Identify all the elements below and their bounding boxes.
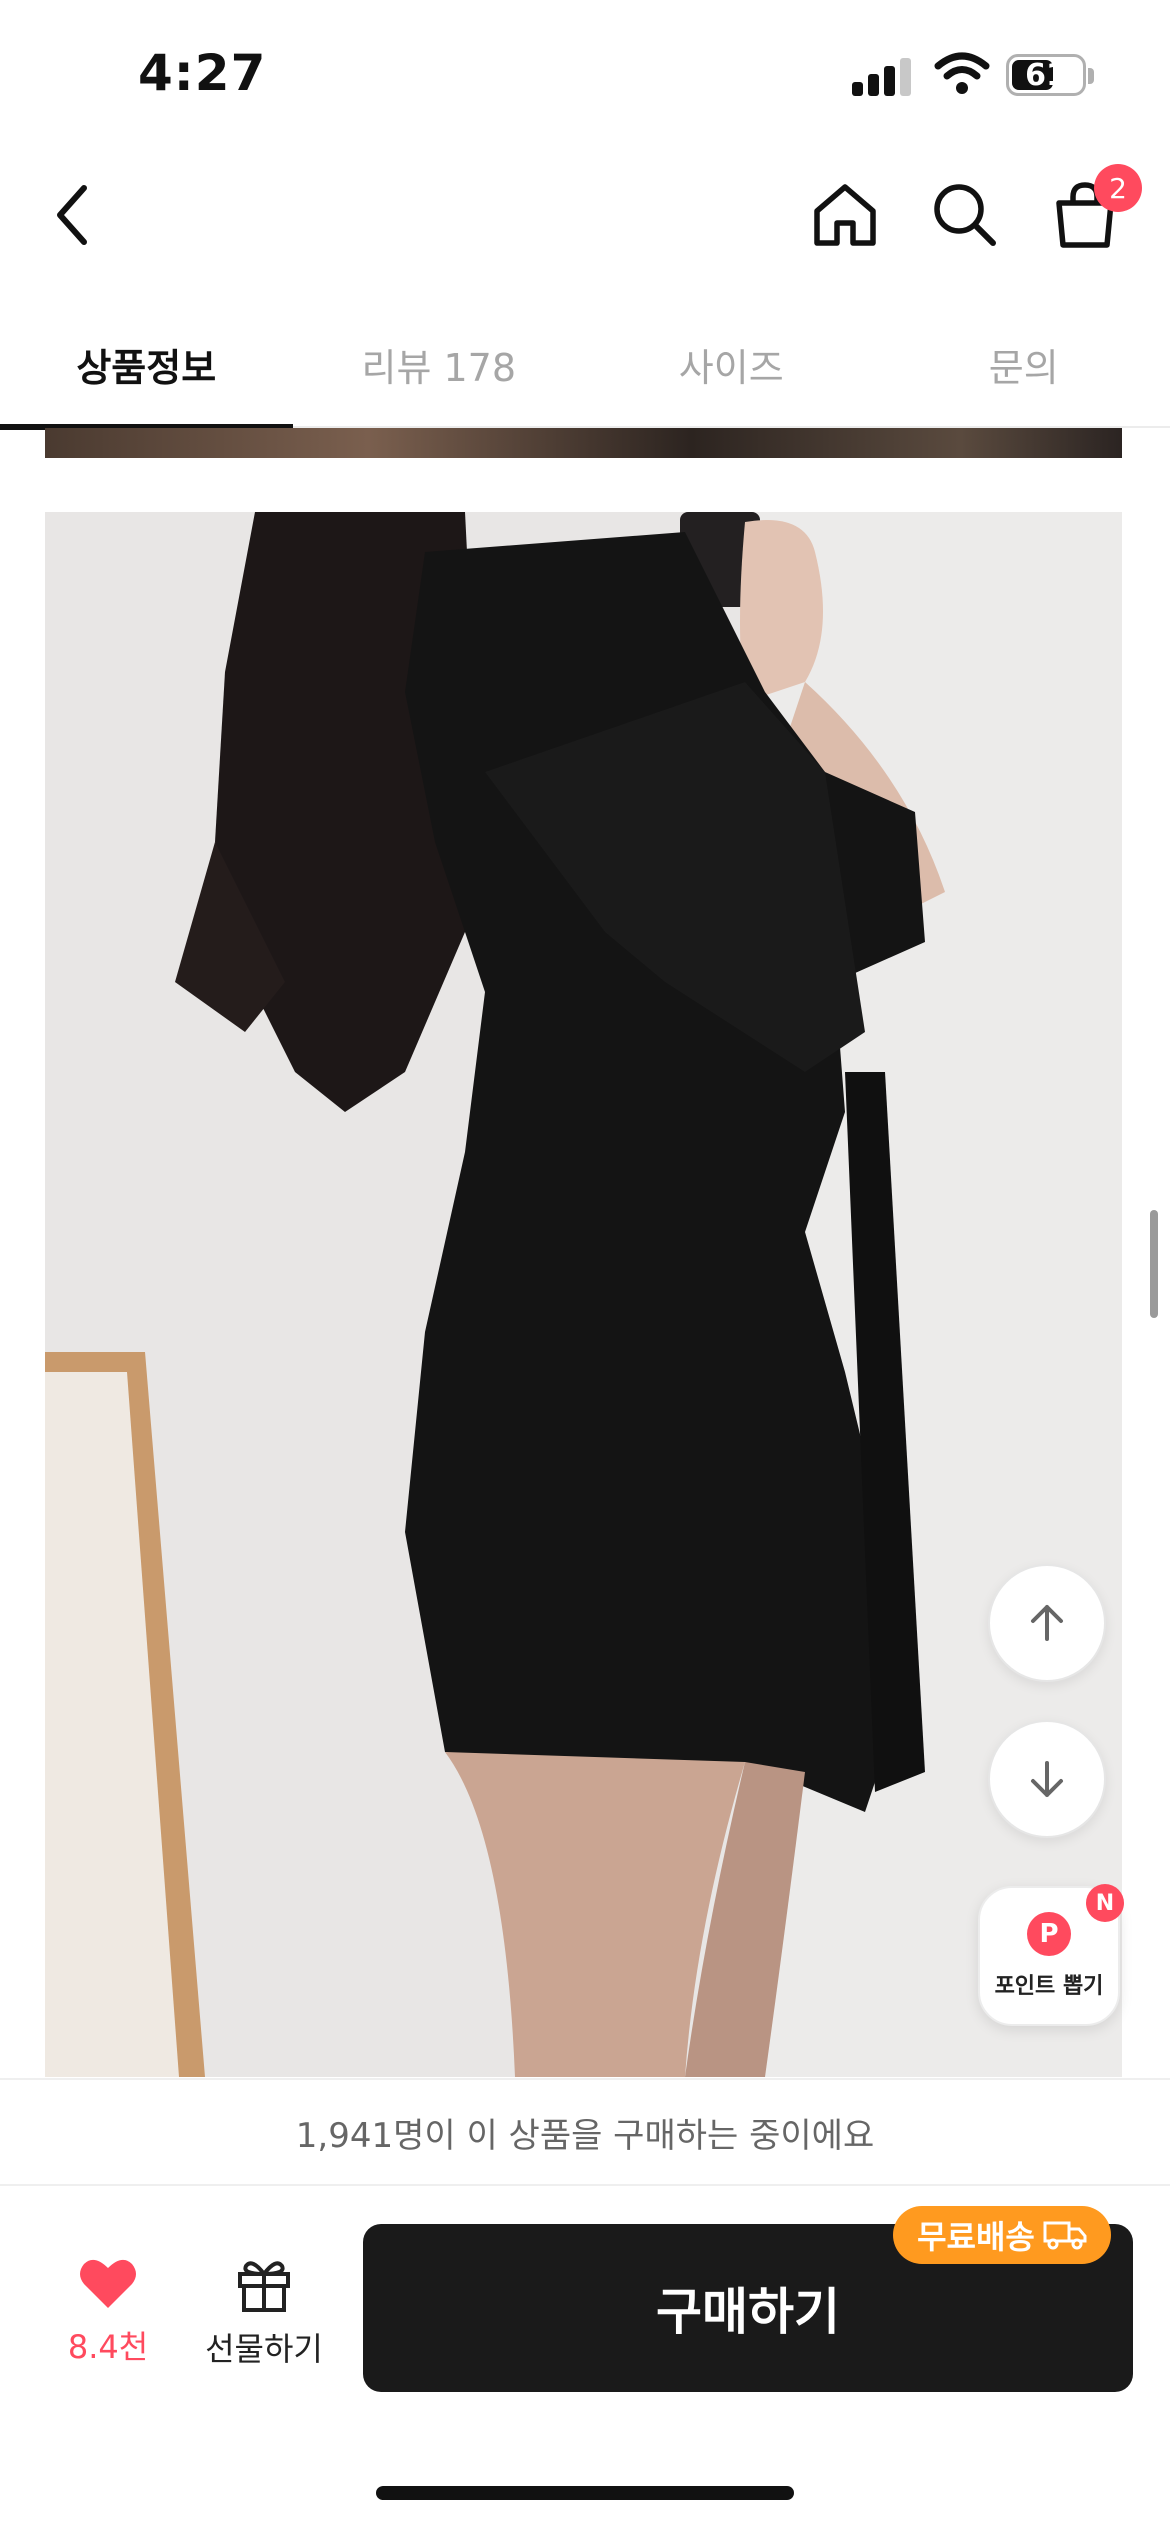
back-icon [57,185,87,245]
product-image-previous [45,428,1122,458]
like-button[interactable]: 8.4천 [40,2256,176,2386]
scroll-indicator[interactable] [1150,1210,1158,1318]
free-shipping-label: 무료배송 [917,2218,1035,2256]
cart-badge: 2 [1094,164,1142,212]
gift-label: 선물하기 [205,2330,323,2368]
buying-now-banner: 1,941명이 이 상품을 구매하는 중이에요 [0,2078,1170,2186]
status-bar: 4:27 61 [0,0,1170,150]
home-indicator[interactable] [376,2486,794,2500]
battery-cap [1088,68,1094,84]
gift-button[interactable]: 선물하기 [190,2256,338,2386]
status-time: 4:27 [138,44,267,102]
search-button[interactable] [920,170,1010,260]
product-photo [45,512,1122,2077]
wifi-icon [934,52,990,96]
home-button[interactable] [800,170,890,260]
scroll-to-bottom-button[interactable] [988,1720,1106,1838]
bottom-action-bar: 8.4천 선물하기 구매하기 무료배송 [0,2186,1170,2532]
home-icon [814,184,876,246]
new-badge: N [1086,1884,1124,1922]
arrow-up-icon [1031,1605,1063,1641]
truck-icon [1043,2221,1087,2250]
tab-reviews[interactable]: 리뷰 178 [293,300,586,428]
search-icon [934,184,996,246]
gift-icon [238,2261,290,2312]
tab-size[interactable]: 사이즈 [585,300,878,428]
tab-product-info[interactable]: 상품정보 [0,300,293,430]
back-button[interactable] [28,170,118,260]
signal-icon [852,58,914,96]
points-icon: P [1027,1912,1071,1956]
scroll-to-top-button[interactable] [988,1564,1106,1682]
heart-icon [80,2259,136,2308]
tab-inquiry[interactable]: 문의 [878,300,1170,428]
like-count: 8.4천 [67,2328,149,2366]
battery-level: 61 [1025,57,1067,93]
points-label: 포인트 뽑기 [994,1974,1104,1999]
arrow-down-icon [1031,1761,1063,1797]
nav-header [0,150,1170,276]
free-shipping-badge: 무료배송 [893,2206,1111,2264]
battery-icon: 61 [1006,54,1086,96]
tab-bar: 상품정보 리뷰 178 사이즈 문의 [0,300,1170,430]
